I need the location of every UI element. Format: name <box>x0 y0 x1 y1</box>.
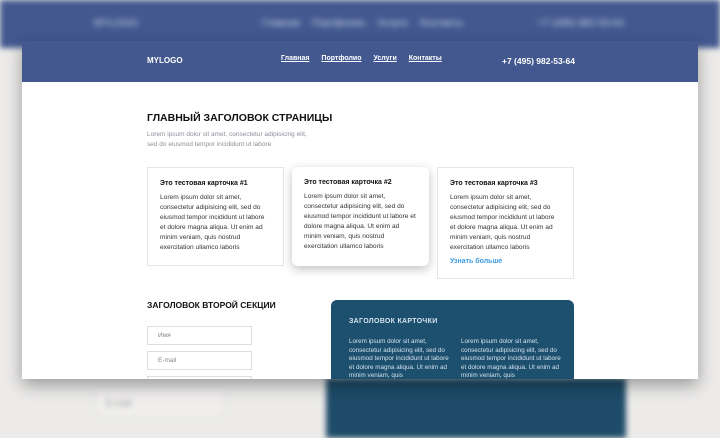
info-card: ЗАГОЛОВОК КАРТОЧКИ Lorem ipsum dolor sit… <box>331 300 574 379</box>
form-input[interactable] <box>147 376 252 379</box>
page-subtitle: Lorem ipsum dolor sit amet, consectetur … <box>147 130 317 150</box>
card-title: Это тестовая карточка #3 <box>450 180 561 187</box>
card-3: Это тестовая карточка #3 Lorem ipsum dol… <box>437 167 574 279</box>
email-input[interactable] <box>147 351 252 370</box>
card-2: Это тестовая карточка #2 Lorem ipsum dol… <box>292 167 429 266</box>
card-title: Это тестовая карточка #2 <box>304 179 417 186</box>
site-header: MYLOGO Главная Портфолио Услуги Контакты… <box>22 41 698 82</box>
info-card-title: ЗАГОЛОВОК КАРТОЧКИ <box>349 318 438 325</box>
blurred-phone: +7 (495) 982-53-64 <box>538 18 624 29</box>
blurred-info-card <box>326 378 626 438</box>
blurred-logo: MYLOGO <box>94 18 138 29</box>
page-title: ГЛАВНЫЙ ЗАГОЛОВОК СТРАНИЦЫ <box>147 112 332 124</box>
blurred-nav: Главная <box>262 18 300 29</box>
info-card-col-1: Lorem ipsum dolor sit amet, consectetur … <box>349 338 449 379</box>
blurred-nav: Портфолио <box>312 18 365 29</box>
info-card-col-2: Lorem ipsum dolor sit amet, consectetur … <box>461 338 561 379</box>
blurred-nav: Контакты <box>420 18 463 29</box>
section-title: ЗАГОЛОВОК ВТОРОЙ СЕКЦИИ <box>147 300 276 310</box>
nav-services[interactable]: Услуги <box>373 55 396 62</box>
card-body: Lorem ipsum dolor sit amet, consectetur … <box>160 193 271 253</box>
card-title: Это тестовая карточка #1 <box>160 180 271 187</box>
phone-number[interactable]: +7 (495) 982-53-64 <box>502 56 575 66</box>
card-1: Это тестовая карточка #1 Lorem ipsum dol… <box>147 167 284 266</box>
nav-home[interactable]: Главная <box>281 55 309 62</box>
main-nav: Главная Портфолио Услуги Контакты <box>281 55 452 62</box>
learn-more-link[interactable]: Узнать больше <box>450 258 561 265</box>
blurred-nav: Услуги <box>377 18 408 29</box>
nav-contacts[interactable]: Контакты <box>409 55 442 62</box>
blurred-email-field: E-mail <box>95 388 225 418</box>
name-input[interactable] <box>147 326 252 345</box>
card-body: Lorem ipsum dolor sit amet, consectetur … <box>304 192 417 252</box>
logo[interactable]: MYLOGO <box>147 56 183 65</box>
card-body: Lorem ipsum dolor sit amet, consectetur … <box>450 193 561 253</box>
nav-portfolio[interactable]: Портфолио <box>321 55 361 62</box>
page-window: MYLOGO Главная Портфолио Услуги Контакты… <box>22 41 698 379</box>
